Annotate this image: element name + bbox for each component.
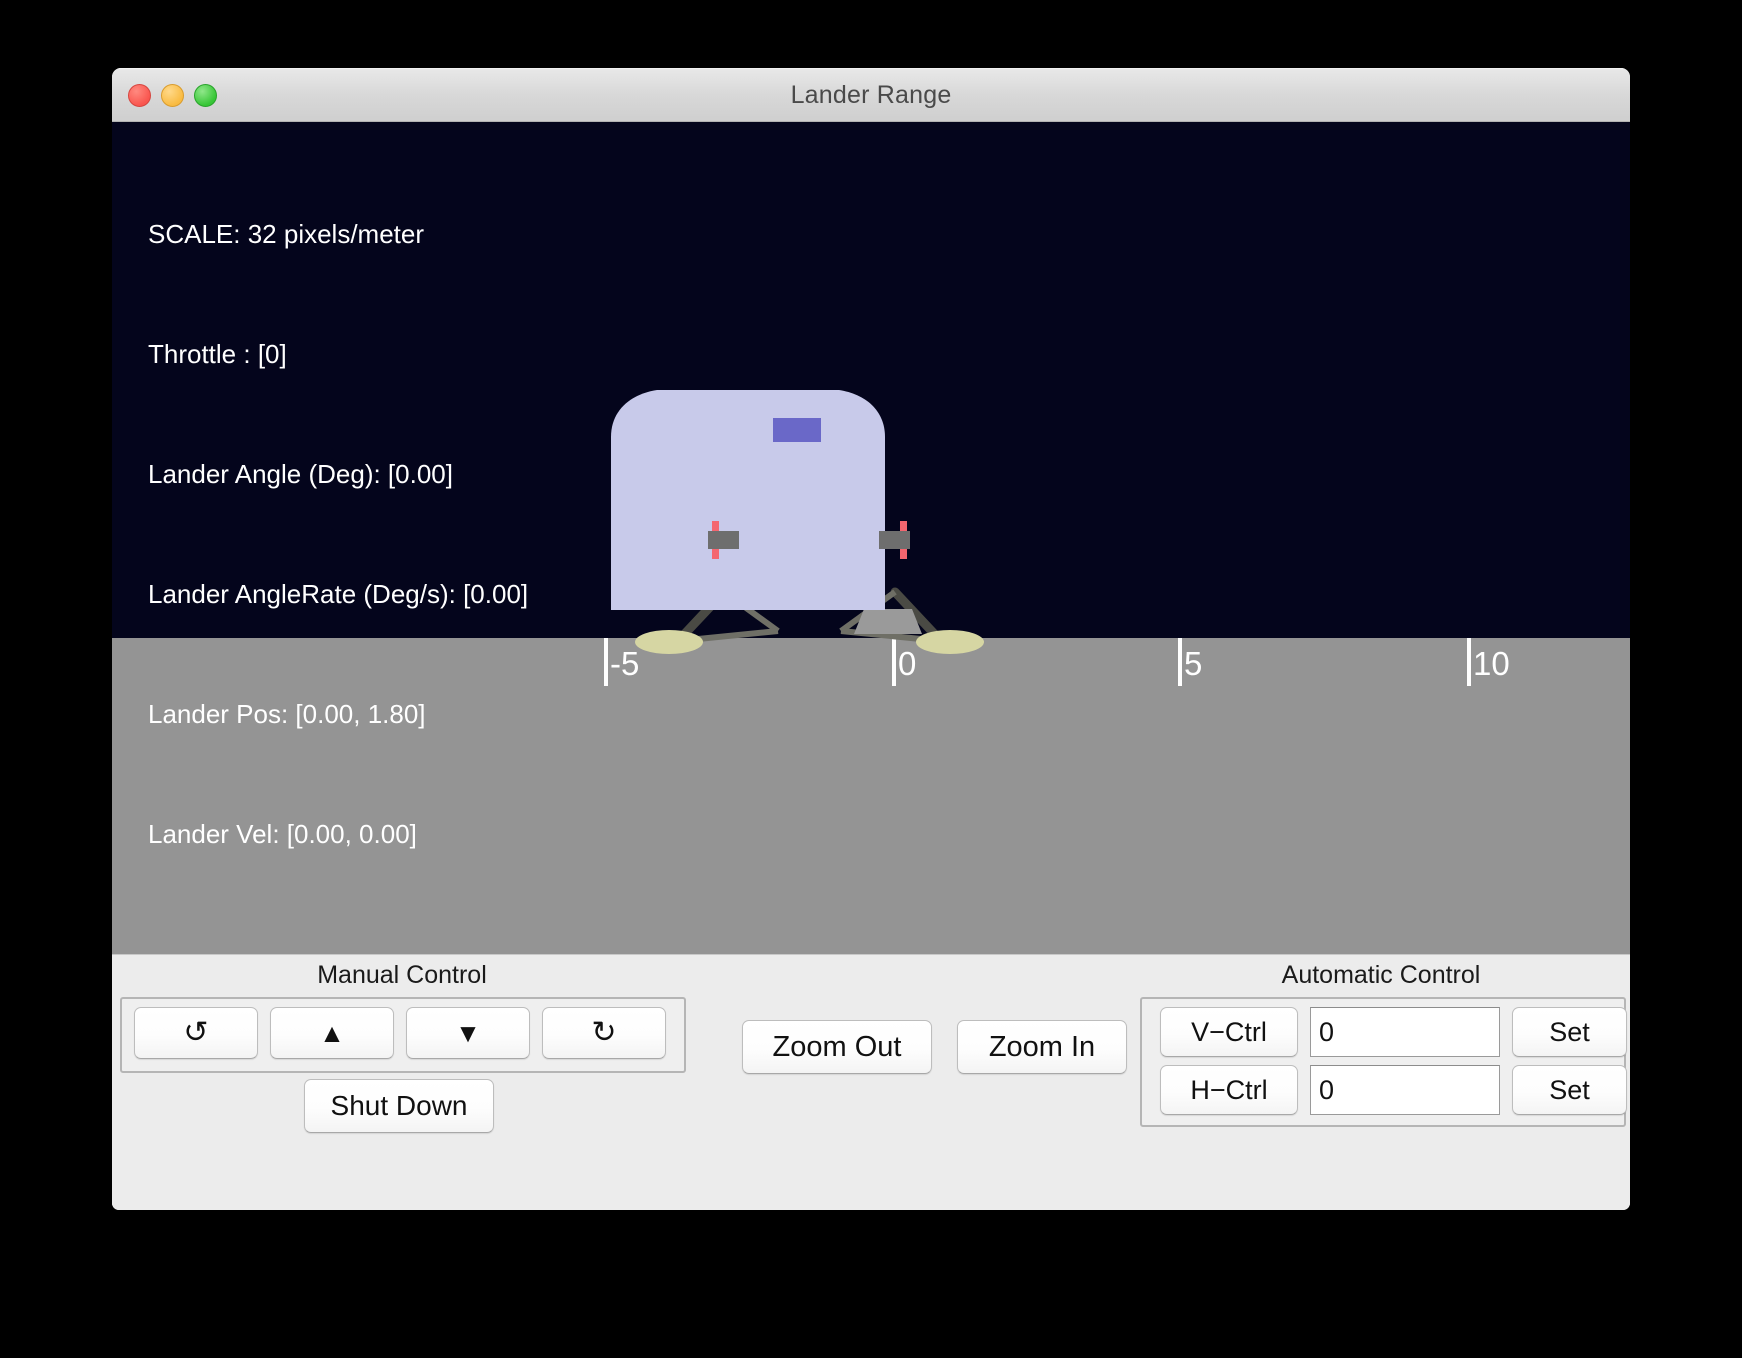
ruler-label-0: 0 xyxy=(898,645,917,682)
h-ctrl-input[interactable]: 0 xyxy=(1310,1065,1500,1115)
maximize-button[interactable] xyxy=(194,83,217,107)
rotate-ccw-button[interactable]: ↺ xyxy=(134,1007,258,1059)
window-controls xyxy=(128,69,217,121)
throttle-up-button[interactable]: ▲ xyxy=(270,1007,394,1059)
h-ctrl-set-button[interactable]: Set xyxy=(1512,1065,1627,1115)
manual-control-title: Manual Control xyxy=(317,961,487,989)
title-bar: Lander Range xyxy=(112,68,1630,122)
close-button[interactable] xyxy=(128,83,151,107)
throttle-down-button[interactable]: ▼ xyxy=(406,1007,530,1059)
telemetry-line-scale: SCALE: 32 pixels/meter xyxy=(148,219,425,249)
rotate-cw-icon: ↻ xyxy=(591,1016,617,1049)
telemetry-line-velocity: Lander Vel: [0.00, 0.00] xyxy=(148,819,417,849)
telemetry-line-angle: Lander Angle (Deg): [0.00] xyxy=(148,459,453,489)
ruler-tick-0 xyxy=(892,638,896,686)
v-ctrl-set-button[interactable]: Set xyxy=(1512,1007,1627,1057)
telemetry-readout: SCALE: 32 pixels/meter Throttle : [0] La… xyxy=(148,134,528,934)
telemetry-line-throttle: Throttle : [0] xyxy=(148,339,287,369)
zoom-out-button[interactable]: Zoom Out xyxy=(742,1020,932,1074)
minimize-button[interactable] xyxy=(161,83,184,107)
ruler-tick-10 xyxy=(1467,638,1471,686)
screen: Lander Range -5 0 5 10 SCALE: 32 pixels/… xyxy=(0,0,1742,1358)
automatic-control-title: Automatic Control xyxy=(1281,961,1481,989)
ruler-label-10: 10 xyxy=(1473,645,1510,682)
rotate-ccw-icon: ↺ xyxy=(183,1016,209,1049)
control-panel: Manual Control ↺ ▲ ▼ ↻ Shut Down Zoom Ou… xyxy=(112,954,1630,1210)
telemetry-line-position: Lander Pos: [0.00, 1.80] xyxy=(148,699,426,729)
triangle-up-icon: ▲ xyxy=(319,1018,345,1048)
v-ctrl-input[interactable]: 0 xyxy=(1310,1007,1500,1057)
rotate-cw-button[interactable]: ↻ xyxy=(542,1007,666,1059)
v-ctrl-button[interactable]: V−Ctrl xyxy=(1160,1007,1298,1057)
zoom-in-button[interactable]: Zoom In xyxy=(957,1020,1127,1074)
ruler-tick-5 xyxy=(1178,638,1182,686)
shut-down-button[interactable]: Shut Down xyxy=(304,1079,494,1133)
app-window: Lander Range -5 0 5 10 SCALE: 32 pixels/… xyxy=(112,68,1630,1210)
ruler-tick-minus5 xyxy=(604,638,608,686)
telemetry-line-angle-rate: Lander AngleRate (Deg/s): [0.00] xyxy=(148,579,529,609)
simulation-viewport[interactable]: -5 0 5 10 SCALE: 32 pixels/meter Throttl… xyxy=(112,122,1630,954)
ruler-label-minus5: -5 xyxy=(610,645,640,682)
window-title: Lander Range xyxy=(790,80,952,109)
triangle-down-icon: ▼ xyxy=(455,1018,481,1048)
ruler-label-5: 5 xyxy=(1184,645,1203,682)
h-ctrl-button[interactable]: H−Ctrl xyxy=(1160,1065,1298,1115)
